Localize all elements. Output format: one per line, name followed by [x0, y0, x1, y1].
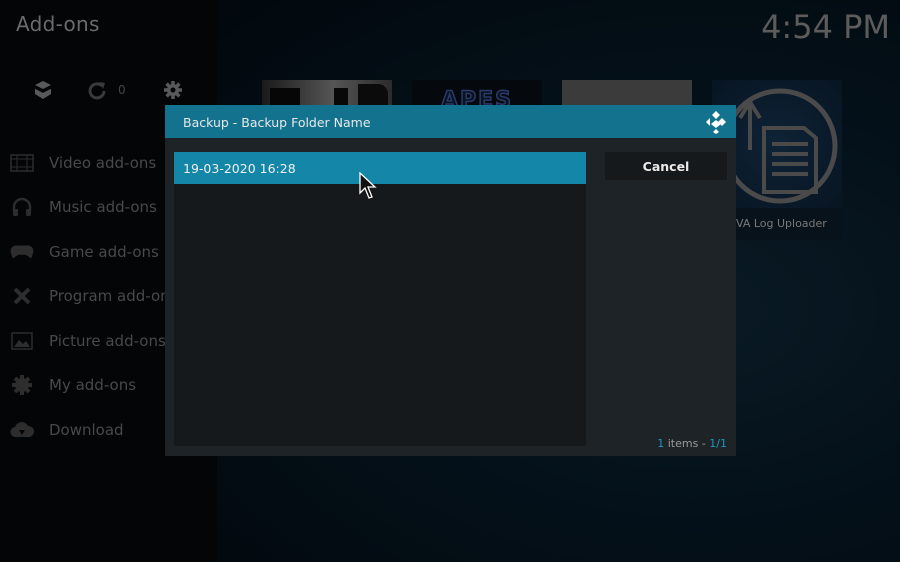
film-icon	[10, 152, 34, 174]
refresh-icon[interactable]	[88, 80, 106, 100]
page-title: Add-ons	[16, 12, 100, 36]
items-count: 1 items - 1/1	[657, 437, 727, 450]
mouse-cursor-icon	[359, 172, 377, 199]
sidebar-item-label: Program add-ons	[49, 287, 178, 305]
sidebar-item-label: Music add-ons	[49, 198, 157, 216]
page-indicator: 1/1	[709, 437, 727, 450]
picture-icon	[10, 330, 34, 352]
sidebar-item-label: Picture add-ons	[49, 332, 166, 350]
sidebar-toolbar: 0	[0, 80, 217, 102]
headphones-icon	[10, 196, 34, 218]
gear-icon[interactable]	[163, 80, 183, 100]
gamepad-icon	[10, 241, 34, 263]
update-count: 0	[118, 83, 126, 97]
cancel-button[interactable]: Cancel	[605, 152, 727, 180]
clock: 4:54 PM	[761, 8, 890, 46]
dialog-title: Backup - Backup Folder Name	[183, 115, 371, 130]
sidebar-item-label: My add-ons	[49, 376, 137, 394]
addon-tile-label: VA Log Uploader	[736, 217, 827, 230]
sidebar-item-label: Download	[49, 421, 124, 439]
sidebar-item-label: Game add-ons	[49, 243, 159, 261]
gear-wrench-icon	[10, 374, 34, 396]
kodi-logo-icon	[706, 111, 726, 134]
list-item[interactable]: 19-03-2020 16:28	[174, 152, 586, 184]
list-item-label: 19-03-2020 16:28	[183, 161, 296, 176]
box-icon[interactable]	[33, 80, 53, 100]
items-label: items -	[664, 437, 710, 450]
tools-icon	[10, 285, 34, 307]
sidebar-item-label: Video add-ons	[49, 154, 157, 172]
cloud-download-icon	[10, 419, 34, 441]
backup-folder-list: 19-03-2020 16:28	[174, 152, 586, 446]
backup-folder-dialog: Backup - Backup Folder Name 19-03-2020 1…	[165, 105, 736, 456]
dialog-header: Backup - Backup Folder Name	[165, 105, 736, 138]
